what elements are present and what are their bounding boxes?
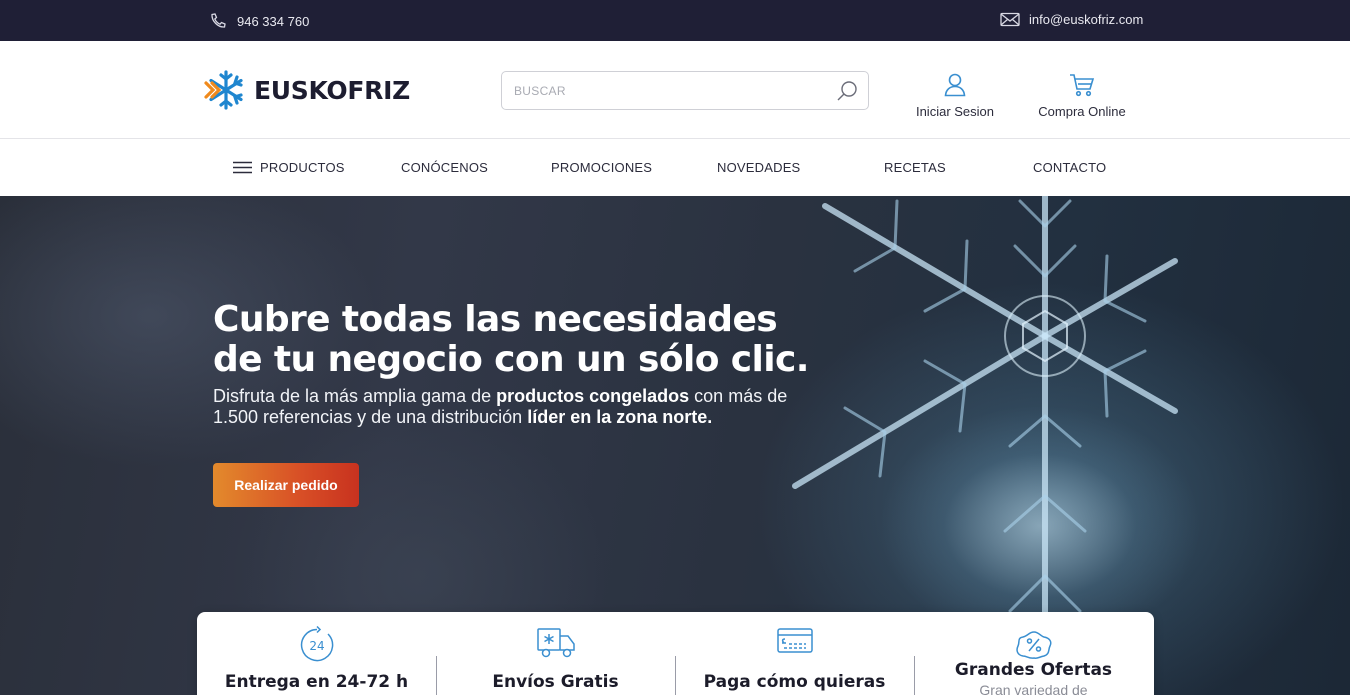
features-panel: 24 Entrega en 24-72 h Envíos Gratis Paga… (197, 612, 1154, 695)
nav-label: PROMOCIONES (551, 160, 653, 175)
login-label: Iniciar Sesion (915, 104, 995, 119)
search-input[interactable] (514, 81, 824, 101)
email-contact[interactable]: info@euskofriz.com (1000, 12, 1143, 27)
feature-title: Envíos Gratis (492, 672, 619, 692)
feature-title: Entrega en 24-72 h (224, 672, 409, 692)
nav-item-productos[interactable]: PRODUCTOS (233, 160, 345, 175)
clock-24-icon: 24 (300, 626, 333, 662)
search-icon[interactable] (835, 79, 859, 103)
feature-offers: Grandes Ofertas Gran variedad de (914, 612, 1153, 695)
nav-label: CONÓCENOS (401, 160, 489, 175)
hero-sub-text: Disfruta de la más amplia gama de (213, 386, 497, 406)
svg-text:24: 24 (309, 639, 324, 653)
user-icon (944, 73, 966, 97)
feature-free-shipping: Envíos Gratis (436, 612, 675, 695)
discount-tag-icon (1015, 631, 1051, 659)
search-box (501, 71, 869, 110)
main-nav: PRODUCTOS CONÓCENOS PROMOCIONES NOVEDADE… (0, 140, 1350, 196)
site-header: EUSKOFRIZ Iniciar Sesion Compra Online (0, 41, 1350, 139)
login-button[interactable]: Iniciar Sesion (905, 73, 1005, 119)
email-address: info@euskofriz.com (1029, 12, 1144, 27)
credit-card-icon (776, 628, 813, 653)
feature-subtitle: Gran variedad de (979, 682, 1088, 695)
feature-delivery: 24 Entrega en 24-72 h (197, 612, 436, 695)
nav-item-conocenos[interactable]: CONÓCENOS (401, 160, 488, 175)
truck-icon (536, 628, 575, 658)
nav-label: CONTACTO (1033, 160, 1107, 175)
snowflake-logo-icon (204, 70, 243, 110)
nav-label: RECETAS (884, 160, 946, 175)
nav-item-novedades[interactable]: NOVEDADES (717, 160, 800, 175)
place-order-button[interactable]: Realizar pedido (213, 463, 359, 507)
shop-online-button[interactable]: Compra Online (1027, 73, 1137, 119)
hero-sub-highlight: líder en la zona norte. (527, 407, 713, 427)
nav-label: NOVEDADES (717, 160, 801, 175)
feature-title: Paga cómo quieras (703, 672, 886, 692)
logo[interactable]: EUSKOFRIZ (204, 69, 410, 111)
top-bar: 946 334 760 info@euskofriz.com (0, 0, 1350, 41)
feature-title: Grandes Ofertas (954, 660, 1113, 680)
hero-title: Cubre todas las necesidades de tu negoci… (213, 300, 809, 380)
nav-item-contacto[interactable]: CONTACTO (1033, 160, 1106, 175)
envelope-icon (1000, 12, 1020, 27)
hero-title-line1: Cubre todas las necesidades (213, 299, 778, 340)
phone-number: 946 334 760 (237, 13, 310, 29)
nav-item-promociones[interactable]: PROMOCIONES (551, 160, 652, 175)
shop-label: Compra Online (1038, 104, 1126, 119)
phone-contact[interactable]: 946 334 760 (209, 12, 309, 30)
hero-subtitle: Disfruta de la más amplia gama de produc… (213, 386, 833, 428)
hero-sub-highlight: productos congelados (496, 386, 690, 406)
nav-label: PRODUCTOS (260, 160, 345, 175)
hamburger-menu-icon (233, 161, 252, 174)
cart-icon (1070, 74, 1095, 97)
hero-title-line2: de tu negocio con un sólo clic. (213, 339, 809, 380)
nav-item-recetas[interactable]: RECETAS (884, 160, 946, 175)
feature-payment: Paga cómo quieras (675, 612, 914, 695)
phone-icon (211, 13, 226, 28)
logo-text: EUSKOFRIZ (254, 75, 410, 105)
